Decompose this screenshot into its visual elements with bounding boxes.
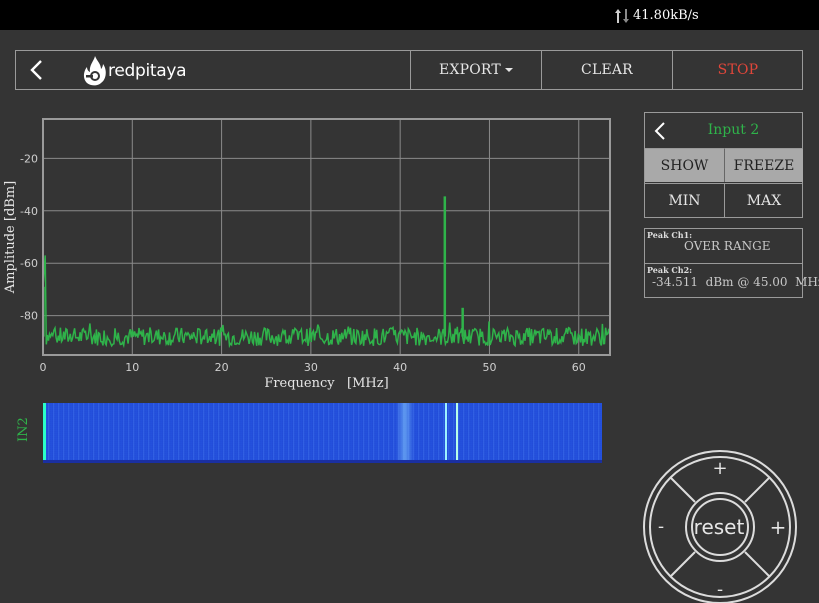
channel-controls: Input 2 SHOW FREEZE MIN MAX — [644, 112, 803, 218]
spectrum-chart: 0 10 20 30 40 50 60 -20 -40 -60 -80 Frequency [MH… — [3, 118, 611, 391]
y-tick-label: -80 — [20, 310, 38, 323]
waterfall-peak-line — [456, 403, 458, 463]
x-tick-label: 0 — [40, 361, 47, 374]
freeze-button[interactable]: FREEZE — [724, 148, 803, 182]
x-tick-label: 10 — [125, 361, 139, 374]
zoom-in-y-button[interactable]: + — [712, 458, 727, 479]
waterfall-band — [396, 403, 414, 463]
waterfall-peak-line — [445, 403, 447, 463]
plot-frame — [42, 118, 611, 356]
caret-down-icon — [504, 68, 513, 72]
reset-button[interactable]: reset — [694, 515, 745, 539]
waterfall-display — [43, 403, 602, 463]
y-tick-label: -20 — [20, 152, 38, 165]
network-rate: 41.80kB/s — [633, 8, 699, 23]
clear-button[interactable]: CLEAR — [541, 51, 672, 89]
x-tick-label: 20 — [215, 361, 229, 374]
max-button[interactable]: MAX — [724, 183, 803, 218]
x-tick-label: 40 — [393, 361, 407, 374]
updown-arrows-icon — [615, 9, 629, 23]
zoom-in-x-button[interactable]: + — [770, 515, 787, 539]
x-tick-label: 60 — [572, 361, 586, 374]
x-tick-label: 30 — [304, 361, 318, 374]
zoom-dpad: + - - + reset — [643, 450, 797, 603]
stop-button[interactable]: STOP — [672, 51, 803, 89]
x-tick-label: 50 — [482, 361, 496, 374]
divider — [645, 263, 802, 264]
chevron-left-icon[interactable] — [26, 59, 48, 81]
y-tick-label: -60 — [20, 257, 38, 270]
peak-readout: Peak Ch1: OVER RANGE Peak Ch2: -34.511 d… — [644, 228, 819, 298]
zoom-out-y-button[interactable]: - — [717, 579, 723, 600]
waterfall-border — [43, 460, 602, 463]
stop-label: STOP — [717, 62, 759, 78]
x-axis-label: Frequency [MHz] — [264, 376, 388, 391]
export-label: EXPORT — [439, 62, 501, 78]
y-axis-label: Amplitude [dBm] — [3, 181, 18, 294]
zoom-out-x-button[interactable]: - — [658, 516, 664, 537]
clear-label: CLEAR — [581, 62, 633, 78]
channel-label[interactable]: Input 2 — [665, 113, 802, 147]
waterfall-edge — [43, 403, 46, 463]
peak-ch2-label: Peak Ch2: — [647, 265, 693, 275]
spectrum-trace — [42, 255, 611, 349]
logo-text: redpitaya — [108, 61, 187, 81]
waterfall-channel-label: IN2 — [16, 417, 31, 442]
show-button[interactable]: SHOW — [645, 148, 724, 182]
y-tick-label: -40 — [20, 205, 38, 218]
peak-ch2-value: -34.511 dBm @ 45.00 MHz — [652, 275, 819, 289]
export-button[interactable]: EXPORT — [410, 51, 541, 89]
peak-ch1-value: OVER RANGE — [684, 239, 771, 253]
top-toolbar: redpitaya EXPORT CLEAR STOP — [15, 50, 803, 90]
min-button[interactable]: MIN — [645, 183, 724, 218]
